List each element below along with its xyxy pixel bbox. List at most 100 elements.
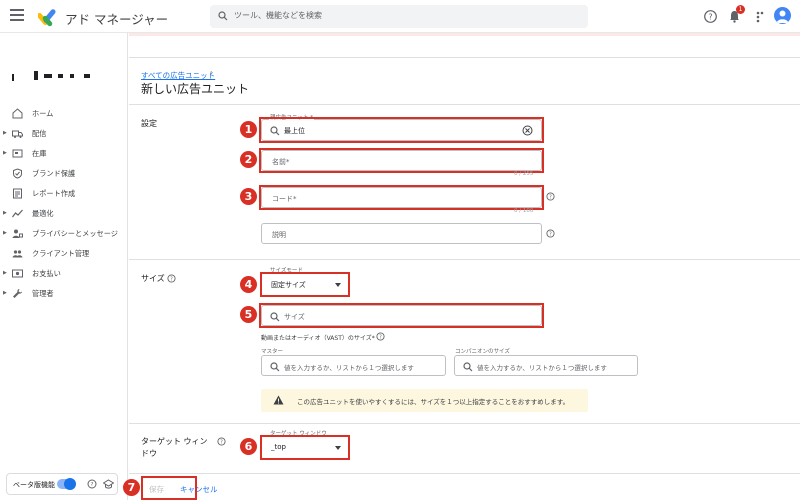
sidebar-item-label: ホーム bbox=[32, 109, 54, 118]
size-recommendation-notice: この広告ユニットを使いやすくするには、サイズを１つ以上指定することをおすすめしま… bbox=[261, 389, 588, 412]
expand-arrow-icon: ▶ bbox=[3, 150, 7, 156]
annotation-number-3: 3 bbox=[240, 188, 257, 205]
master-label: マスター bbox=[261, 349, 284, 355]
app-title: アド マネージャー bbox=[65, 12, 169, 27]
divider bbox=[129, 473, 800, 474]
breadcrumb-separator: › bbox=[210, 68, 214, 77]
sidebar-item[interactable]: クライアント管理 bbox=[0, 245, 128, 263]
annotation-box-3 bbox=[259, 185, 544, 210]
inventory-icon bbox=[12, 149, 23, 158]
sidebar-item[interactable]: ▶ プライバシーとメッセージ bbox=[0, 225, 128, 243]
divider bbox=[129, 57, 800, 58]
user-icon bbox=[776, 10, 789, 23]
sidebar-item[interactable]: ▶ 最適化 bbox=[0, 205, 128, 223]
beta-features-panel: ベータ版機能 ? bbox=[6, 473, 118, 495]
shield-icon bbox=[13, 168, 22, 179]
people-icon bbox=[12, 250, 23, 258]
privacy-icon bbox=[12, 229, 23, 238]
expand-arrow-icon: ▶ bbox=[3, 210, 7, 216]
top-accent-line bbox=[129, 33, 800, 36]
name-counter: 0 / 255 bbox=[514, 171, 534, 177]
target-window-section-label: ターゲット ウィン ドウ bbox=[141, 436, 208, 460]
search-icon bbox=[463, 362, 473, 372]
help-icon[interactable]: ? bbox=[546, 192, 555, 201]
search-box[interactable]: ツール、機能などを検索 bbox=[210, 5, 588, 28]
sidebar-item[interactable]: ホーム bbox=[0, 105, 128, 123]
target-window-label-line1: ターゲット ウィン bbox=[141, 437, 208, 446]
expand-arrow-icon: ▶ bbox=[3, 130, 7, 136]
annotation-box-7 bbox=[141, 476, 197, 500]
companion-size-field[interactable]: 値を入力するか、リストから１つ選択します bbox=[454, 355, 638, 376]
help-icon[interactable]: ? bbox=[546, 229, 555, 238]
sidebar-item-label: 管理者 bbox=[32, 289, 54, 298]
sidebar-item-label: 配信 bbox=[32, 129, 47, 138]
description-field[interactable]: 説明 bbox=[261, 223, 542, 244]
annotation-number-7: 7 bbox=[123, 479, 140, 496]
help-icon[interactable]: ? bbox=[703, 9, 718, 24]
svg-text:?: ? bbox=[91, 482, 94, 488]
sidebar-item[interactable]: ▶ お支払い bbox=[0, 265, 128, 283]
help-icon[interactable]: ? bbox=[167, 274, 176, 283]
sidebar-item-label: 在庫 bbox=[32, 149, 47, 158]
main-content: すべての広告ユニット › 新しい広告ユニット 設定 最上位 親広告ユニット * … bbox=[123, 33, 800, 500]
search-icon bbox=[270, 362, 280, 372]
beta-label: ベータ版機能 bbox=[13, 481, 55, 489]
help-icon[interactable]: ? bbox=[376, 332, 385, 341]
settings-section-label: 設定 bbox=[141, 119, 157, 128]
beta-toggle[interactable] bbox=[57, 478, 76, 490]
svg-text:?: ? bbox=[220, 439, 223, 445]
search-icon bbox=[218, 11, 228, 21]
notice-text: この広告ユニットを使いやすくするには、サイズを１つ以上指定することをおすすめしま… bbox=[297, 398, 570, 406]
sidebar-item[interactable]: ▶ 配信 bbox=[0, 125, 128, 143]
sidebar: ホーム ▶ 配信 ▶ 在庫ブランド保護レポート作成 ▶ 最適化 ▶ プライバシーとメッセージ クラ… bbox=[0, 33, 128, 500]
annotation-number-4: 4 bbox=[240, 276, 257, 293]
apps-icon[interactable] bbox=[752, 9, 767, 24]
sidebar-item[interactable]: レポート作成 bbox=[0, 185, 128, 203]
expand-arrow-icon: ▶ bbox=[3, 270, 7, 276]
companion-label: コンパニオンのサイズ bbox=[455, 349, 510, 355]
avatar[interactable] bbox=[774, 7, 791, 24]
annotation-box-5 bbox=[259, 303, 544, 328]
divider bbox=[129, 423, 800, 424]
svg-text:?: ? bbox=[549, 194, 552, 200]
menu-icon[interactable] bbox=[10, 9, 24, 23]
description-placeholder: 説明 bbox=[272, 231, 286, 239]
annotation-box-6 bbox=[260, 435, 350, 460]
annotation-box-4 bbox=[260, 272, 350, 297]
sidebar-item-label: クライアント管理 bbox=[32, 249, 90, 258]
target-window-label-line2: ドウ bbox=[141, 449, 157, 458]
divider bbox=[129, 259, 800, 260]
sidebar-item-label: プライバシーとメッセージ bbox=[32, 229, 118, 238]
truck-icon bbox=[12, 130, 23, 138]
home-icon bbox=[12, 108, 23, 119]
annotation-number-1: 1 bbox=[240, 121, 257, 138]
annotation-number-5: 5 bbox=[240, 306, 257, 323]
annotation-number-6: 6 bbox=[240, 438, 257, 455]
notification-badge: 1 bbox=[736, 5, 745, 14]
sidebar-item[interactable]: ブランド保護 bbox=[0, 165, 128, 183]
master-placeholder: 値を入力するか、リストから１つ選択します bbox=[284, 364, 414, 372]
help-icon[interactable]: ? bbox=[87, 479, 97, 489]
ad-manager-logo-icon bbox=[38, 9, 56, 27]
graduation-cap-icon[interactable] bbox=[103, 479, 114, 489]
svg-text:?: ? bbox=[170, 276, 173, 282]
annotation-number-2: 2 bbox=[240, 151, 257, 168]
divider bbox=[129, 104, 800, 105]
vast-size-label: 動画またはオーディオ（VAST）のサイズ* bbox=[261, 335, 375, 342]
companion-placeholder: 値を入力するか、リストから１つ選択します bbox=[477, 364, 607, 372]
sidebar-item[interactable]: ▶ 管理者 bbox=[0, 285, 128, 303]
wrench-icon bbox=[13, 289, 22, 298]
trend-icon bbox=[12, 209, 23, 218]
help-icon[interactable]: ? bbox=[217, 437, 226, 446]
top-app-bar: アド マネージャー ツール、機能などを検索 ? 1 bbox=[0, 0, 800, 33]
svg-text:?: ? bbox=[379, 334, 382, 340]
sidebar-item-label: ブランド保護 bbox=[32, 169, 76, 178]
expand-arrow-icon: ▶ bbox=[3, 230, 7, 236]
sidebar-item[interactable]: ▶ 在庫 bbox=[0, 145, 128, 163]
size-section-label: サイズ bbox=[141, 274, 165, 283]
master-size-field[interactable]: 値を入力するか、リストから１つ選択します bbox=[261, 355, 446, 376]
svg-text:?: ? bbox=[549, 231, 552, 237]
code-counter: 0 / 100 bbox=[514, 208, 534, 214]
payment-icon bbox=[12, 269, 23, 278]
sidebar-item-label: 最適化 bbox=[32, 209, 54, 218]
